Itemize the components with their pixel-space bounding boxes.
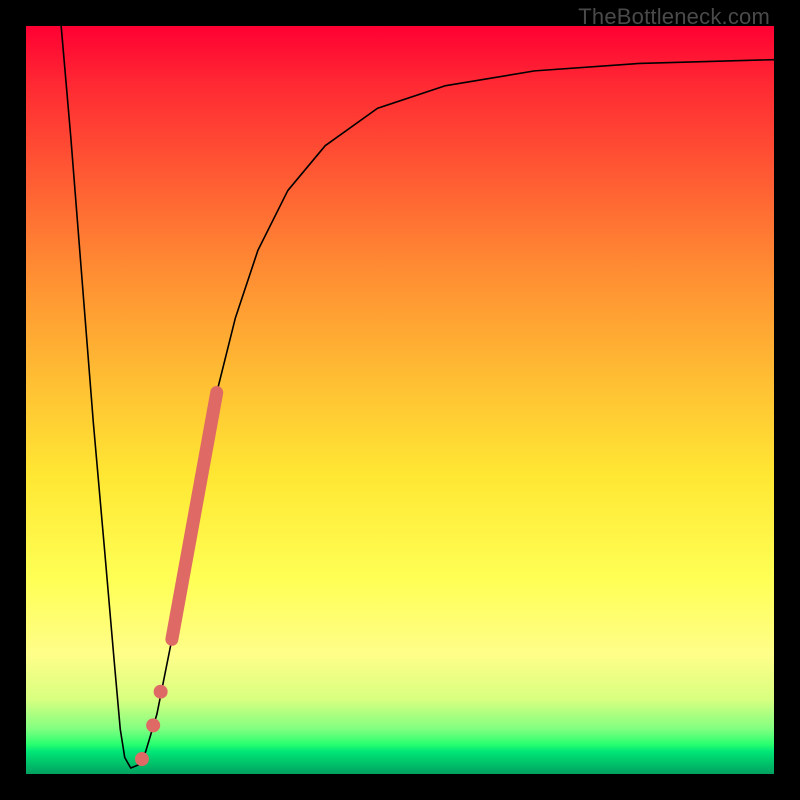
highlight-segment <box>172 393 217 640</box>
highlight-dot-2 <box>135 752 149 766</box>
chart-overlay <box>26 26 774 774</box>
highlight-markers <box>135 393 217 767</box>
highlight-dot-0 <box>146 718 160 732</box>
bottleneck-curve <box>61 26 774 768</box>
chart-frame: TheBottleneck.com <box>0 0 800 800</box>
highlight-dot-1 <box>154 685 168 699</box>
